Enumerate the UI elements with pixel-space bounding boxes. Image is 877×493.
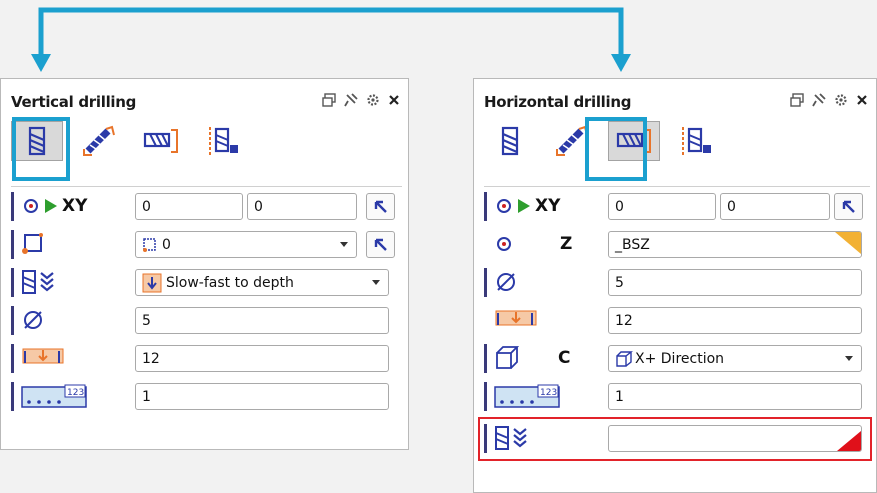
contour-dropdown[interactable]: 0 [135, 231, 357, 258]
param-row-depth: 12 [11, 339, 402, 377]
param-row-contour: 0 [11, 225, 402, 263]
hole-count-input[interactable]: 1 [608, 383, 862, 410]
depth-input[interactable]: 12 [608, 307, 862, 334]
angled-drill-icon [556, 125, 588, 156]
drill-feed-icon [495, 426, 527, 450]
param-row-depth: 12 [484, 301, 870, 339]
diameter-input[interactable]: 5 [135, 307, 389, 334]
diameter-icon [497, 273, 515, 291]
svg-text:123: 123 [540, 388, 557, 398]
connector-arrow [31, 7, 631, 72]
param-row-feed-mode: Slow-fast to depth [11, 263, 402, 301]
param-row-xy: XY 0 0 [484, 187, 870, 225]
param-row-xy: XY 0 0 [11, 187, 402, 225]
float-window-icon[interactable] [790, 93, 804, 107]
play-arrow-icon [45, 199, 57, 213]
param-row-count: 123 1 [484, 377, 870, 415]
close-icon[interactable] [856, 94, 868, 106]
angled-drill-mode-button[interactable] [73, 121, 125, 161]
horizontal-drill-icon [143, 129, 178, 153]
panel-title-bar: Horizontal drilling [484, 93, 868, 115]
pick-arrow-icon [842, 200, 855, 213]
pick-contour-button[interactable] [366, 231, 395, 258]
hole-count-icon: 123 [494, 384, 560, 408]
xy-label: XY [535, 196, 561, 216]
horizontal-drilling-panel: Horizontal drilling XY 0 0 Z _BSZ 5 12 C… [473, 78, 877, 493]
pin-icon[interactable] [812, 93, 826, 107]
pocket-drill-icon [209, 127, 238, 155]
pocket-drill-icon [682, 127, 711, 155]
pick-point-button[interactable] [366, 193, 395, 220]
pick-point-button[interactable] [834, 193, 863, 220]
param-row-diameter: 5 [484, 263, 870, 301]
float-window-icon[interactable] [322, 93, 336, 107]
z-value: _BSZ [615, 237, 650, 253]
error-corner-marker [837, 431, 861, 451]
svg-text:123: 123 [67, 388, 84, 398]
param-row-diameter: 5 [11, 301, 402, 339]
diameter-input[interactable]: 5 [608, 269, 862, 296]
feed-mode-input[interactable] [608, 425, 862, 452]
cube-icon [496, 346, 520, 369]
target-icon [497, 237, 511, 251]
pin-icon[interactable] [344, 93, 358, 107]
panel-title-bar: Vertical drilling [11, 93, 400, 115]
parameter-list: XY 0 0 0 Slow-fast to depth 5 12 123 1 [11, 186, 402, 415]
angled-drill-icon [83, 125, 115, 156]
feed-mode-value: Slow-fast to depth [166, 274, 294, 291]
warning-corner-marker [835, 232, 861, 254]
vertical-drill-mode-button[interactable] [484, 121, 536, 161]
chevron-down-icon [372, 280, 380, 285]
x-coordinate-input[interactable]: 0 [135, 193, 243, 220]
y-coordinate-input[interactable]: 0 [720, 193, 830, 220]
panel-title: Vertical drilling [11, 93, 137, 111]
target-icon [497, 199, 511, 213]
pick-arrow-icon [374, 238, 387, 251]
hole-count-icon: 123 [21, 384, 87, 408]
param-row-feed-mode [478, 415, 872, 461]
contour-small-icon [143, 237, 156, 252]
direction-dropdown[interactable]: X+ Direction [608, 345, 862, 372]
depth-icon [495, 310, 537, 326]
chevron-down-icon [340, 242, 348, 247]
parameter-list: XY 0 0 Z _BSZ 5 12 C X+ Direction 123 1 [478, 186, 872, 461]
param-row-count: 123 1 [11, 377, 402, 415]
cube-small-icon [616, 350, 633, 367]
z-input[interactable]: _BSZ [608, 231, 862, 258]
param-row-z: Z _BSZ [484, 225, 870, 263]
contour-icon [22, 233, 43, 254]
target-icon [24, 199, 38, 213]
selected-mode-highlight [12, 117, 70, 181]
depth-input[interactable]: 12 [135, 345, 389, 372]
x-coordinate-input[interactable]: 0 [608, 193, 716, 220]
contour-value: 0 [162, 236, 171, 253]
xy-label: XY [62, 196, 88, 216]
close-icon[interactable] [388, 94, 400, 106]
diameter-icon [24, 311, 42, 329]
panel-title: Horizontal drilling [484, 93, 632, 111]
chevron-down-icon [845, 356, 853, 361]
vertical-drill-icon [501, 126, 519, 156]
y-coordinate-input[interactable]: 0 [247, 193, 357, 220]
play-arrow-icon [518, 199, 530, 213]
feed-mode-dropdown[interactable]: Slow-fast to depth [135, 269, 389, 296]
drill-feed-icon [22, 270, 54, 294]
gear-icon[interactable] [366, 93, 380, 107]
selected-mode-highlight [585, 117, 647, 181]
horizontal-drill-mode-button[interactable] [135, 121, 187, 161]
depth-icon [22, 348, 64, 364]
pocket-drill-mode-button[interactable] [197, 121, 249, 161]
hole-count-input[interactable]: 1 [135, 383, 389, 410]
slow-fast-icon [142, 273, 162, 292]
gear-icon[interactable] [834, 93, 848, 107]
param-row-direction: C X+ Direction [484, 339, 870, 377]
z-label: Z [560, 234, 573, 254]
pocket-drill-mode-button[interactable] [670, 121, 722, 161]
c-label: C [558, 348, 571, 368]
direction-value: X+ Direction [635, 350, 725, 367]
pick-arrow-icon [374, 200, 387, 213]
